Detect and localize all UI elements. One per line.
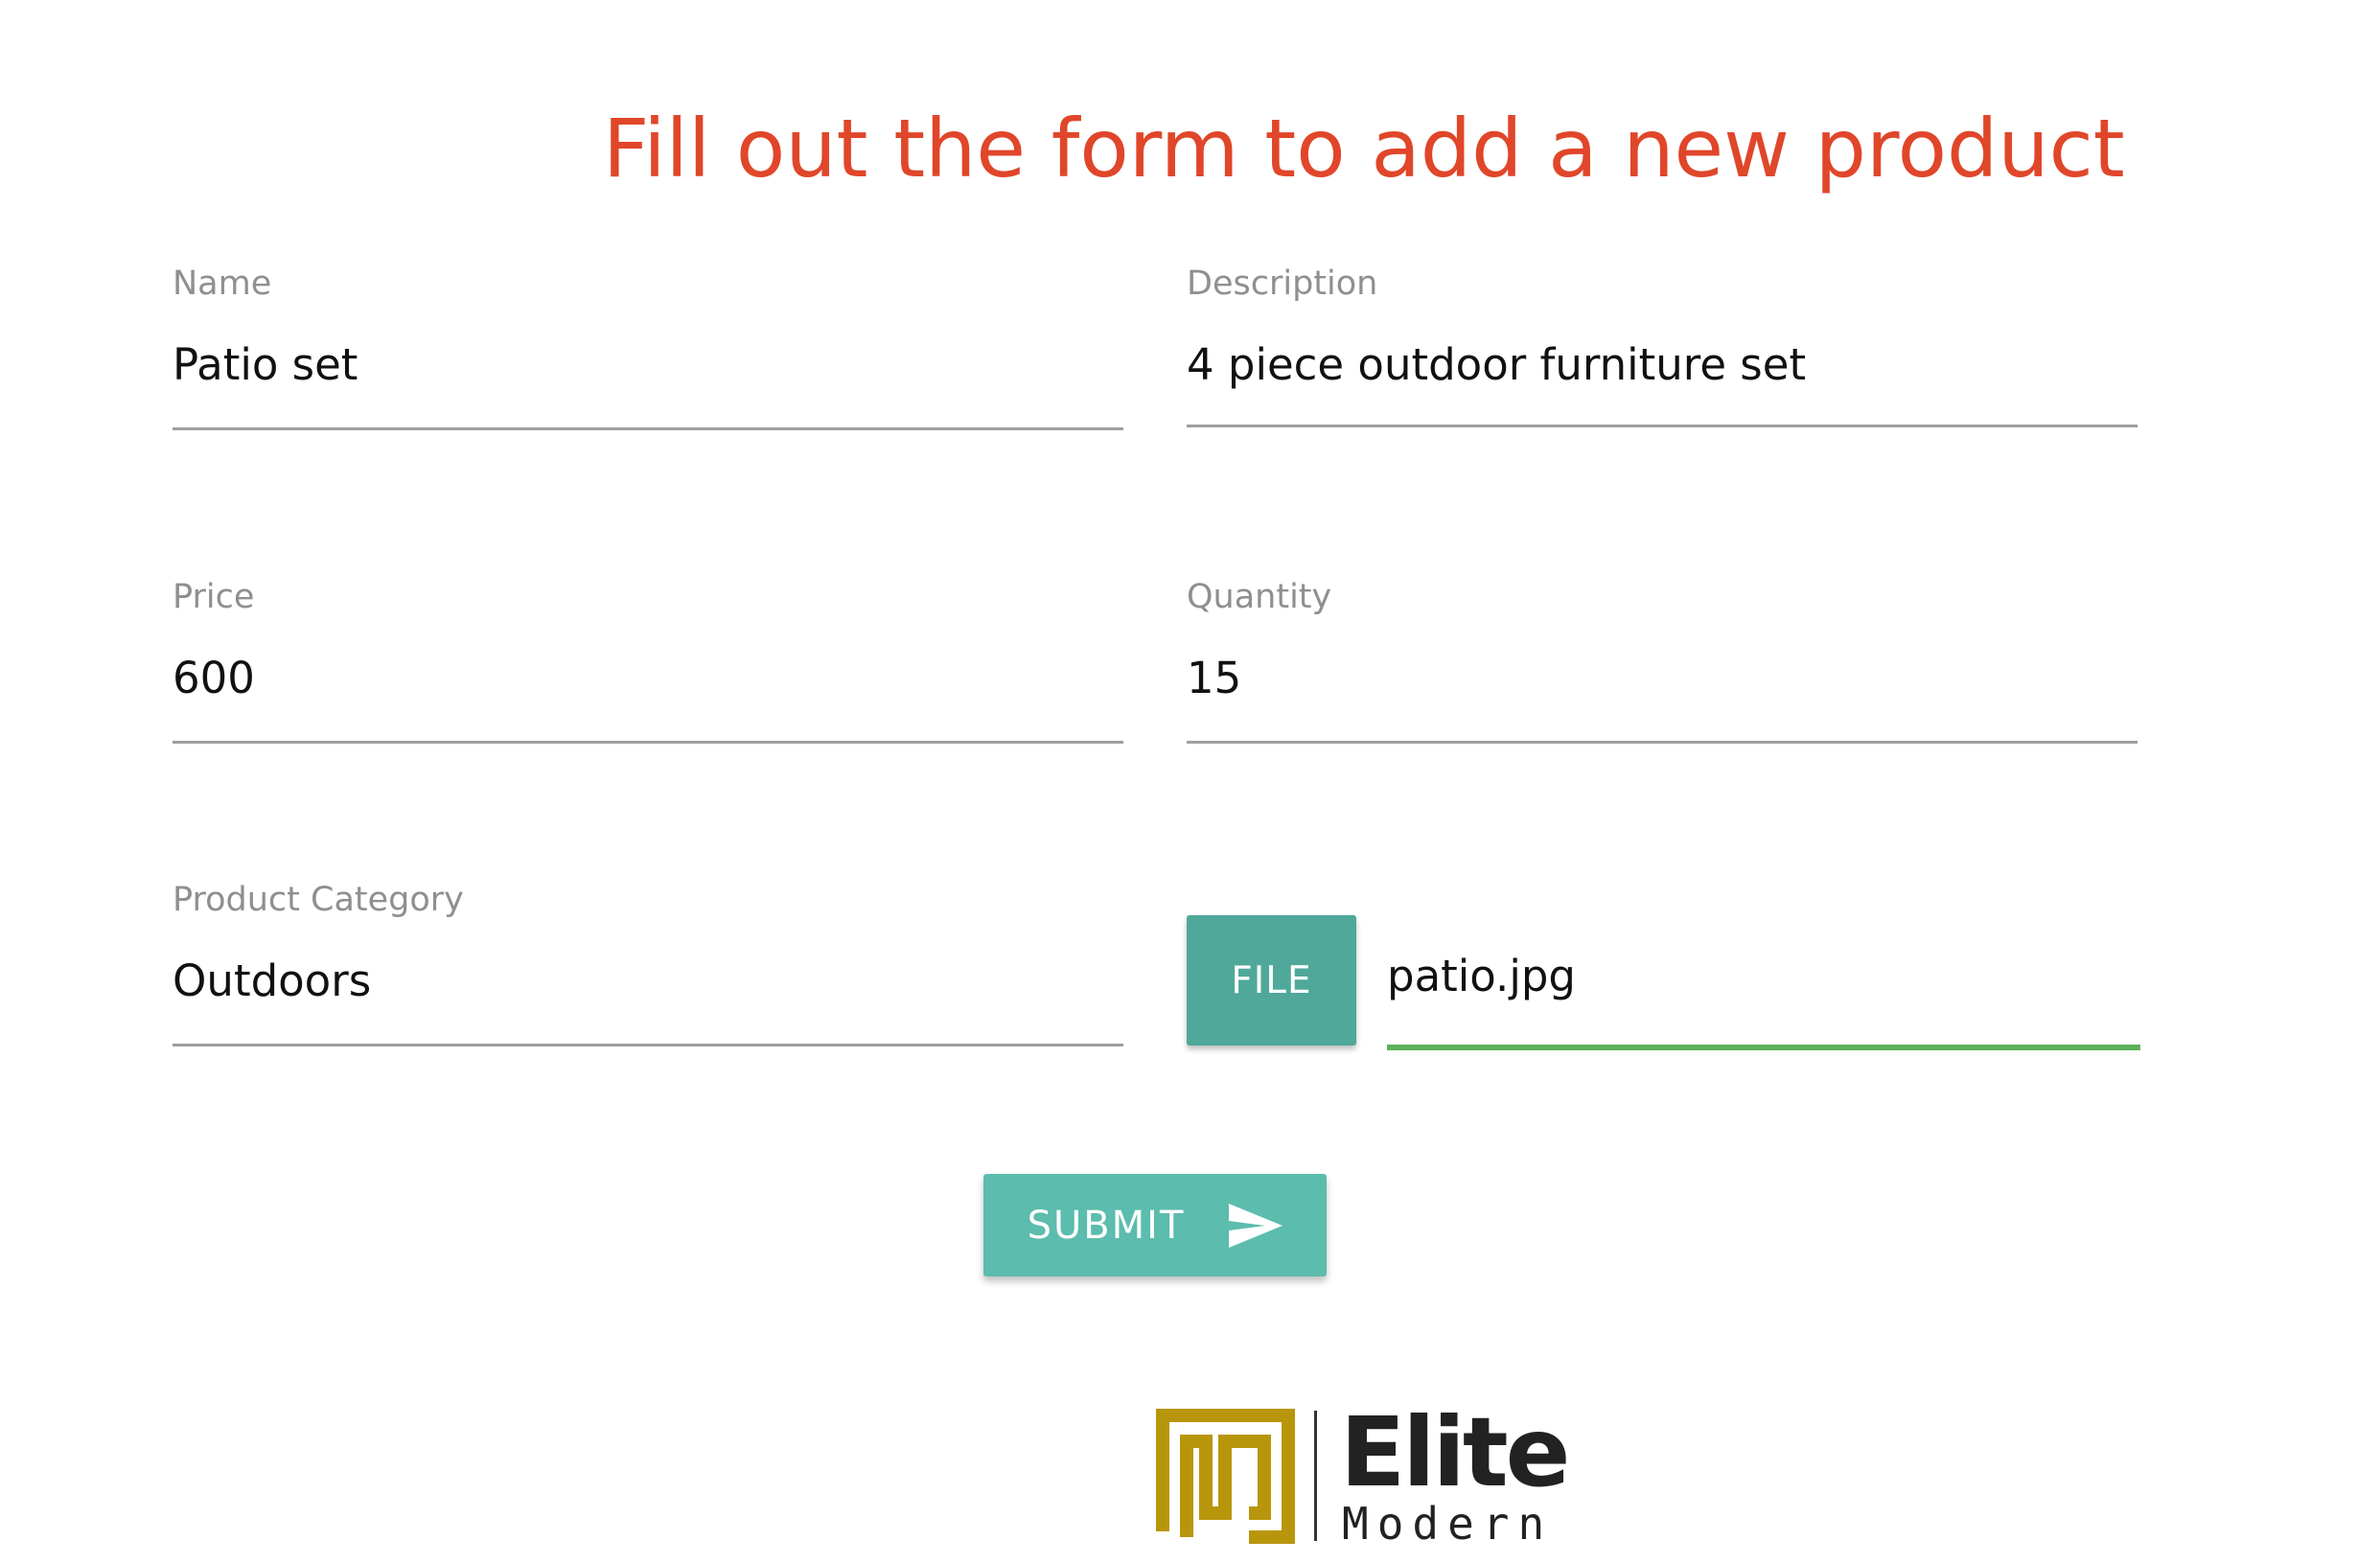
category-underline	[173, 1044, 1123, 1046]
category-field: Product Category	[173, 881, 1123, 1048]
price-label: Price	[173, 578, 255, 616]
quantity-input[interactable]	[1187, 653, 2137, 703]
category-label: Product Category	[173, 881, 464, 919]
name-label: Name	[173, 264, 272, 303]
name-input[interactable]	[173, 339, 1123, 390]
submit-button[interactable]: SUBMIT	[983, 1174, 1327, 1276]
description-underline	[1187, 425, 2137, 427]
logo-word-modern: Modern	[1342, 1498, 1553, 1547]
name-underline	[173, 427, 1123, 430]
name-field: Name	[173, 264, 1123, 432]
file-button-label: FILE	[1231, 958, 1312, 1002]
quantity-underline	[1187, 741, 2137, 744]
file-name-underline	[1387, 1045, 2140, 1050]
description-label: Description	[1187, 264, 1378, 303]
send-icon	[1229, 1203, 1283, 1248]
category-input[interactable]	[173, 955, 1123, 1006]
description-input[interactable]	[1187, 339, 2137, 390]
price-field: Price	[173, 578, 1123, 746]
elite-modern-logo: Elite Modern	[1156, 1396, 1571, 1550]
file-name-field[interactable]: patio.jpg	[1387, 951, 1576, 1001]
logo-word-elite: Elite	[1340, 1405, 1568, 1508]
file-upload-button[interactable]: FILE	[1187, 915, 1356, 1046]
price-underline	[173, 741, 1123, 744]
submit-label: SUBMIT	[1027, 1203, 1186, 1248]
quantity-field: Quantity	[1187, 578, 2137, 746]
description-field: Description	[1187, 264, 2137, 432]
page-title: Fill out the form to add a new product	[603, 102, 2125, 195]
quantity-label: Quantity	[1187, 578, 1332, 616]
price-input[interactable]	[173, 653, 1123, 703]
product-form-page: Fill out the form to add a new product N…	[0, 0, 2380, 1563]
